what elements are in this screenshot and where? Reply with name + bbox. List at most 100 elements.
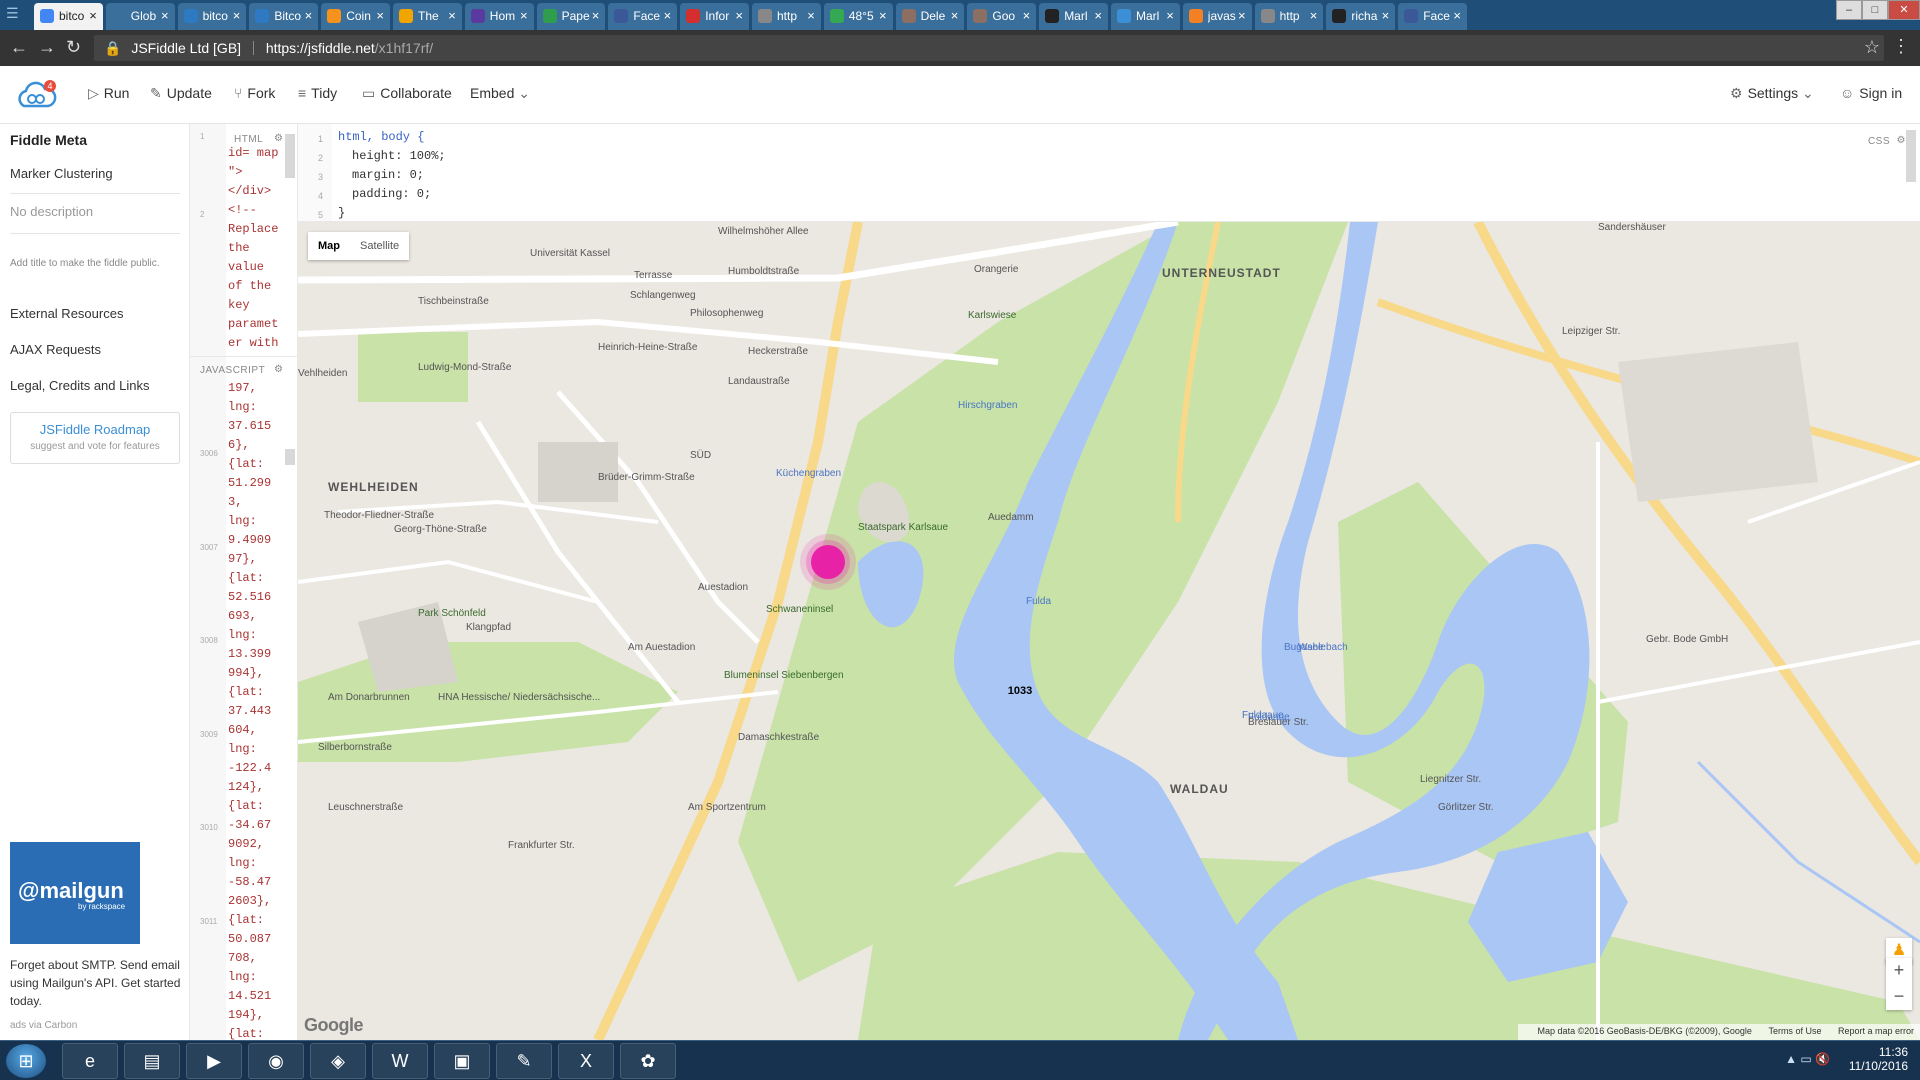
- word-icon[interactable]: W: [372, 1043, 428, 1079]
- close-tab-icon[interactable]: ×: [1166, 8, 1174, 23]
- browser-tab[interactable]: bitco ×: [34, 3, 103, 30]
- html-scrollbar[interactable]: [285, 134, 295, 178]
- google-logo[interactable]: Google: [304, 1015, 364, 1036]
- browser-tab[interactable]: 48°5 ×: [823, 3, 893, 30]
- sidebar-item-external-resources[interactable]: External Resources: [10, 306, 123, 321]
- back-icon[interactable]: ←: [10, 37, 28, 58]
- satellite-view-button[interactable]: Satellite: [350, 232, 409, 260]
- html-settings-gear-icon[interactable]: ⚙: [274, 133, 283, 144]
- ad-via[interactable]: ads via Carbon: [10, 1020, 77, 1031]
- close-tab-icon[interactable]: ×: [1310, 8, 1318, 23]
- browser-tab[interactable]: The ×: [393, 3, 462, 30]
- google-map[interactable]: Map Satellite 1033 Wilhelmshöher Allee Uni…: [298, 222, 1920, 1040]
- terms-of-use-link[interactable]: Terms of Use: [1768, 1026, 1821, 1036]
- close-window-button[interactable]: ✕: [1888, 0, 1920, 20]
- collaborate-button[interactable]: ▭ Collaborate: [362, 85, 452, 102]
- close-tab-icon[interactable]: ×: [664, 8, 672, 23]
- close-tab-icon[interactable]: ×: [879, 8, 887, 23]
- close-tab-icon[interactable]: ×: [1453, 8, 1461, 23]
- browser-tab[interactable]: Glob ×: [105, 3, 175, 30]
- browser-app-icon[interactable]: ☰: [6, 5, 28, 23]
- browser-tab[interactable]: Face ×: [1398, 3, 1467, 30]
- close-tab-icon[interactable]: ×: [305, 8, 313, 23]
- minimize-button[interactable]: –: [1836, 0, 1862, 20]
- zoom-in-button[interactable]: +: [1886, 958, 1912, 984]
- roadmap-link[interactable]: JSFiddle Roadmap suggest and vote for fe…: [10, 412, 180, 464]
- excel-icon[interactable]: X: [558, 1043, 614, 1079]
- forward-icon[interactable]: →: [38, 37, 56, 58]
- browser-tab[interactable]: Dele ×: [895, 3, 965, 30]
- browser-tab[interactable]: Bitco ×: [249, 3, 319, 30]
- browser-tab[interactable]: Infor ×: [680, 3, 749, 30]
- terminal-icon[interactable]: ▣: [434, 1043, 490, 1079]
- chrome-icon[interactable]: ◉: [248, 1043, 304, 1079]
- zoom-out-button[interactable]: −: [1886, 984, 1912, 1010]
- javascript-scrollbar[interactable]: [285, 449, 295, 465]
- javascript-editor-panel[interactable]: 3006 3007 3008 3009 3010 3011 JAVASCRIPT ⚙ 19…: [190, 356, 298, 1041]
- close-tab-icon[interactable]: ×: [376, 8, 384, 23]
- browser-tab[interactable]: Face ×: [608, 3, 678, 30]
- jsfiddle-logo[interactable]: 4: [14, 78, 58, 112]
- sidebar-item-legal[interactable]: Legal, Credits and Links: [10, 378, 149, 393]
- close-tab-icon[interactable]: ×: [448, 8, 456, 23]
- browser-tab[interactable]: Goo ×: [967, 3, 1037, 30]
- sign-in-button[interactable]: ☺ Sign in: [1840, 85, 1902, 101]
- clock[interactable]: 11:36 11/10/2016: [1849, 1045, 1908, 1073]
- map-view-button[interactable]: Map: [308, 232, 350, 260]
- css-settings-gear-icon[interactable]: ⚙: [1897, 135, 1906, 146]
- start-button[interactable]: ⊞: [6, 1044, 46, 1078]
- browser-menu-icon[interactable]: ⋮: [1892, 36, 1910, 57]
- close-tab-icon[interactable]: ×: [1382, 8, 1390, 23]
- embed-button[interactable]: Embed ⌄: [470, 85, 535, 102]
- ad-text[interactable]: Forget about SMTP. Send email using Mail…: [10, 956, 182, 1010]
- fiddle-title-input[interactable]: Marker Clustering: [10, 166, 180, 194]
- network-app-icon[interactable]: ◈: [310, 1043, 366, 1079]
- browser-tab[interactable]: http ×: [752, 3, 821, 30]
- browser-tab[interactable]: javas ×: [1182, 3, 1252, 30]
- browser-tab[interactable]: Marl ×: [1111, 3, 1180, 30]
- close-tab-icon[interactable]: ×: [161, 8, 169, 23]
- maximize-button[interactable]: □: [1862, 0, 1888, 20]
- close-tab-icon[interactable]: ×: [735, 8, 743, 23]
- update-button[interactable]: ✎ Update: [150, 85, 212, 102]
- close-tab-icon[interactable]: ×: [807, 8, 815, 23]
- css-scrollbar[interactable]: [1906, 130, 1916, 182]
- browser-tab[interactable]: Pape ×: [536, 3, 606, 30]
- close-tab-icon[interactable]: ×: [1094, 8, 1102, 23]
- close-tab-icon[interactable]: ×: [233, 8, 241, 23]
- close-tab-icon[interactable]: ×: [520, 8, 528, 23]
- internet-explorer-icon[interactable]: e: [62, 1043, 118, 1079]
- browser-tab[interactable]: http ×: [1254, 3, 1324, 30]
- close-tab-icon[interactable]: ×: [1023, 8, 1031, 23]
- browser-tab[interactable]: Coin ×: [321, 3, 390, 30]
- fork-button[interactable]: ⑂ Fork: [234, 85, 275, 101]
- bookmark-star-icon[interactable]: ☆: [1864, 37, 1880, 58]
- run-button[interactable]: ▷ Run: [88, 85, 129, 102]
- fiddle-description-input[interactable]: No description: [10, 204, 180, 234]
- browser-tab[interactable]: Hom ×: [464, 3, 534, 30]
- tidy-button[interactable]: ≡ Tidy: [298, 85, 337, 101]
- settings-button[interactable]: ⚙ Settings ⌄: [1730, 85, 1819, 102]
- browser-tab[interactable]: richa ×: [1326, 3, 1396, 30]
- sidebar-item-ajax-requests[interactable]: AJAX Requests: [10, 342, 101, 357]
- close-tab-icon[interactable]: ×: [89, 8, 97, 23]
- notepad-icon[interactable]: ✎: [496, 1043, 552, 1079]
- browser-tab[interactable]: Marl ×: [1039, 3, 1108, 30]
- javascript-settings-gear-icon[interactable]: ⚙: [274, 364, 283, 375]
- media-player-icon[interactable]: ▶: [186, 1043, 242, 1079]
- close-tab-icon[interactable]: ×: [1238, 8, 1246, 23]
- cluster-count[interactable]: 1033: [992, 685, 1048, 697]
- system-tray[interactable]: ▲ ▭ 🔇: [1785, 1052, 1830, 1066]
- close-tab-icon[interactable]: ×: [951, 8, 959, 23]
- report-map-error-link[interactable]: Report a map error: [1838, 1026, 1914, 1036]
- file-explorer-icon[interactable]: ▤: [124, 1043, 180, 1079]
- browser-tab[interactable]: bitco ×: [177, 3, 247, 30]
- mailgun-ad-logo[interactable]: @mailgun by rackspace: [10, 842, 140, 944]
- reload-icon[interactable]: ↻: [66, 37, 81, 58]
- close-tab-icon[interactable]: ×: [592, 8, 600, 23]
- paint-icon[interactable]: ✿: [620, 1043, 676, 1079]
- site-identity[interactable]: JSFiddle Ltd [GB]: [131, 40, 241, 56]
- css-editor-panel[interactable]: CSS ⚙ 1 2 3 4 5 html, body { height: 100…: [298, 124, 1920, 222]
- url-input[interactable]: 🔒 JSFiddle Ltd [GB] https://jsfiddle.net…: [94, 35, 1884, 61]
- html-editor-panel[interactable]: 1 2 HTML ⚙ id= map "> </div> <!-- Replace the…: [190, 124, 298, 356]
